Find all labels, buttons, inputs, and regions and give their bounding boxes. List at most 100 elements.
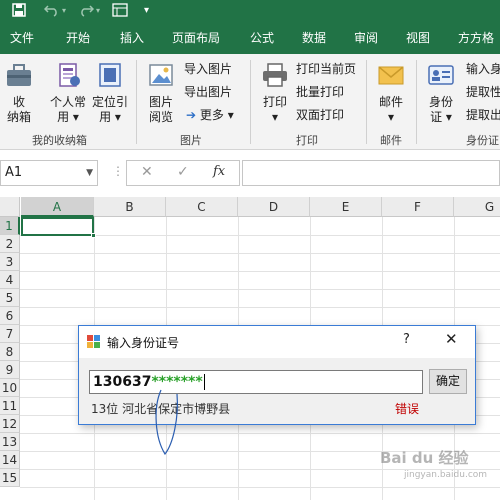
formula-bar: A1 ▼ ⋮ ✕ ✓ fx [0,150,500,196]
undo-dropdown-icon[interactable]: ▾ [62,3,66,19]
id-input-digits: 130637 [93,374,152,390]
ribbon-tab-bar: 文件 开始 插入 页面布局 公式 数据 审阅 视图 方方格 [0,22,500,54]
tab-file[interactable]: 文件 [10,22,34,54]
group-separator [416,60,417,144]
column-header-g[interactable]: G [454,197,500,217]
dialog-title: 输入身份证号 [107,336,180,350]
collect-box-button[interactable]: 收 纳箱 [4,62,34,125]
redo-dropdown-icon[interactable]: ▾ [96,3,100,19]
export-image-button[interactable]: 导出图片 [184,85,232,99]
select-all-corner[interactable] [0,197,20,217]
customize-toolbar-icon[interactable]: ▾ [144,3,149,19]
extract-gender-button[interactable]: 提取性 [466,85,500,99]
row-header[interactable]: 5 [0,289,20,307]
idcard-button[interactable]: 身份 证 ▾ [424,62,458,125]
tab-formulas[interactable]: 公式 [250,22,274,54]
column-header-e[interactable]: E [310,197,382,217]
group-separator [136,60,137,144]
more-button[interactable]: ➔ 更多 ▾ [186,108,234,122]
row-header[interactable]: 13 [0,433,20,451]
row-header[interactable]: 9 [0,361,20,379]
arrow-right-icon: ➔ [186,108,197,122]
group-label-print: 打印 [296,134,318,147]
tab-data[interactable]: 数据 [302,22,326,54]
row-header[interactable]: 15 [0,469,20,487]
group-label-mail: 邮件 [380,134,402,147]
idcard-icon [424,62,458,92]
row-header[interactable]: 8 [0,343,20,361]
id-input-dialog: 输入身份证号 ? ✕ 130637******* 确定 13位 河北省保定市博野… [78,325,476,456]
cancel-icon[interactable]: ✕ [141,164,153,180]
group-separator [250,60,251,144]
column-header-c[interactable]: C [166,197,238,217]
tab-view[interactable]: 视图 [406,22,430,54]
batch-print-button[interactable]: 批量打印 [296,85,344,99]
redo-icon[interactable] [78,3,95,22]
fill-handle[interactable] [91,233,96,238]
grid-line [20,307,500,308]
name-box[interactable]: A1 ▼ [0,160,98,186]
grid-line [20,253,500,254]
grid-line [20,433,500,434]
formula-bar-grip: ⋮ [112,164,124,178]
tab-home[interactable]: 开始 [66,22,90,54]
save-icon[interactable] [12,3,26,22]
image-browse-button[interactable]: 图片 阅览 [144,62,178,125]
dialog-title-bar[interactable]: 输入身份证号 ? ✕ [79,326,475,358]
duplex-print-button[interactable]: 双面打印 [296,108,344,122]
grid-line [20,271,500,272]
tab-insert[interactable]: 插入 [120,22,144,54]
tab-fangfange[interactable]: 方方格 [458,22,494,54]
column-header-b[interactable]: B [94,197,166,217]
locate-reference-button[interactable]: 定位引 用 ▾ [90,62,130,125]
row-header[interactable]: 4 [0,271,20,289]
dialog-body: 130637******* 确定 13位 河北省保定市博野县 错误 [79,358,475,424]
row-header[interactable]: 1 [0,217,20,235]
row-header[interactable]: 7 [0,325,20,343]
watermark-logo: Bai du 经验 [380,449,469,467]
personal-common-button[interactable]: 个人常 用 ▾ [48,62,88,125]
personal-doc-icon [48,62,88,92]
app-icon [87,335,101,352]
column-header-a[interactable]: A [21,197,94,217]
help-icon[interactable]: ? [403,332,410,347]
id-number-input[interactable]: 130637******* [89,370,423,394]
column-header-d[interactable]: D [238,197,310,217]
group-separator [366,60,367,144]
row-header[interactable]: 10 [0,379,20,397]
row-header[interactable]: 3 [0,253,20,271]
insert-function-icon[interactable]: fx [213,164,225,179]
watermark-url: jingyan.baidu.com [404,470,488,480]
column-header-f[interactable]: F [382,197,454,217]
row-header[interactable]: 6 [0,307,20,325]
confirm-icon[interactable]: ✓ [177,164,189,180]
form-icon[interactable] [112,3,128,22]
image-icon [144,62,178,92]
print-current-page-button[interactable]: 打印当前页 [296,62,356,76]
print-button[interactable]: 打印 ▾ [258,62,292,125]
chevron-down-icon[interactable]: ▼ [86,161,93,185]
undo-icon[interactable] [43,3,60,22]
close-icon[interactable]: ✕ [445,330,458,348]
tab-page-layout[interactable]: 页面布局 [172,22,220,54]
text-caret [203,374,205,390]
row-header[interactable]: 14 [0,451,20,469]
group-label-mybox: 我的收纳箱 [32,134,87,147]
error-text: 错误 [395,402,420,416]
row-header[interactable]: 2 [0,235,20,253]
row-header[interactable]: 12 [0,415,20,433]
toolbox-icon [4,62,34,92]
input-id-button[interactable]: 输入身 [466,62,500,76]
formula-buttons: ✕ ✓ fx [126,160,240,186]
tab-review[interactable]: 审阅 [354,22,378,54]
annotation-mark [155,389,178,456]
extract-birth-button[interactable]: 提取出 [466,108,500,122]
row-header[interactable]: 11 [0,397,20,415]
ribbon: 收 纳箱 个人常 用 ▾ 定位引 用 ▾ 我的收纳箱 图片 阅览 导入图片 导出… [0,54,500,150]
active-cell-a1[interactable] [21,217,96,238]
formula-input[interactable] [242,160,500,186]
locate-reference-icon [90,62,130,92]
mail-button[interactable]: 邮件 ▾ [374,62,408,125]
ok-button[interactable]: 确定 [429,369,467,394]
import-image-button[interactable]: 导入图片 [184,62,232,76]
